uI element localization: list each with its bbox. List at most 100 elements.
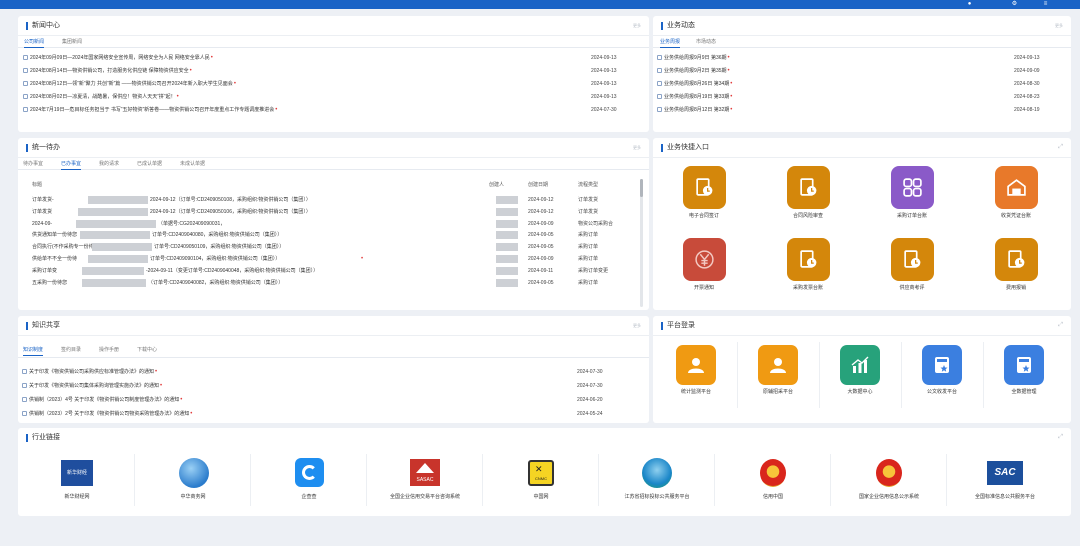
more-link[interactable]: 更多 (633, 322, 641, 330)
quick-entry-tile[interactable]: 开票通知 (675, 238, 733, 292)
quick-entry-tile[interactable]: 合同风险审查 (779, 166, 837, 220)
tab-done[interactable]: 已办事宜 (61, 160, 82, 170)
notification-icon[interactable]: ● (966, 1, 973, 8)
platform-tile[interactable]: 全数据管理 (984, 345, 1064, 396)
todo-date: 2024-09-09 (528, 220, 554, 227)
knowledge-list-item[interactable]: 关于印发《物资供销公司采购供应标准管理办法》的通知• (22, 367, 562, 378)
expand-icon[interactable]: ⤢ (1058, 143, 1063, 151)
biz-list-item[interactable]: 业务供给周报9月9日 第36期• (657, 53, 957, 64)
todo-scrollbar[interactable] (640, 179, 643, 307)
industry-link-label: 全国标准信息公共服务平台 (974, 494, 1035, 500)
biz-title: 业务供给周报8月19日 第33期 (664, 94, 730, 100)
col-title-header: 标题 (32, 182, 43, 188)
biz-list-item[interactable]: 业务供给周报8月19日 第33期• (657, 92, 957, 103)
knowledge-title: 供销制（2023）2号 关于印发《物资供销公司物资采购管理办法》的通知 (29, 411, 190, 417)
table-row[interactable]: 订单发货- 2024-09-12（订单号:CD2409050108，采购组织:物资… (18, 195, 638, 205)
news-list-item[interactable]: 2024年08月14日—物资供销公司，打造服务化供应链 保障物资供应安全• (23, 66, 583, 77)
todo-title-suffix: 2024-09-12（订单号:CD2409050106，采购组织:物资供销公司（… (150, 208, 311, 215)
biz-list-item[interactable]: 业务供给周报8月12日 第32期• (657, 105, 957, 116)
table-row[interactable]: 合同执行(不作采购专一份待您 订单号:CD2409050109，采购组织:物资供销… (18, 242, 638, 252)
new-indicator-icon: • (180, 397, 183, 403)
industry-link[interactable]: 国家企业信用信息公示系统 (830, 458, 948, 501)
quick-entry-tile[interactable]: 采购发票台账 (779, 238, 837, 292)
redacted-block (88, 196, 148, 204)
news-date: 2024-09-13 (591, 55, 617, 61)
tab-confirmed[interactable]: 已成认单据 (137, 160, 162, 168)
tab-contract-catalog[interactable]: 签约目录 (61, 346, 81, 354)
tab-manuals[interactable]: 操作手册 (99, 346, 119, 354)
table-row[interactable]: 供给单不不全一份待 订单号:CD2409090104，采购组织:物资供销公司（集团… (18, 254, 638, 264)
tab-company-news[interactable]: 公司新闻 (24, 38, 45, 48)
todo-type: 采购订单变更 (578, 267, 609, 274)
news-title: 2024年09月09日—2024年国家网络安全宣传周，网络安全为人民 网络安全靠… (30, 55, 210, 61)
new-indicator-icon: • (189, 68, 192, 74)
menu-icon[interactable]: ≡ (1042, 1, 1049, 8)
redacted-creator (496, 196, 518, 204)
biz-date: 2024-09-09 (1014, 68, 1040, 74)
todo-title-prefix: 订单发货 (32, 208, 53, 215)
tab-download-center[interactable]: 下载中心 (137, 346, 157, 354)
biz-title: 业务供给周报9月9日 第36期 (664, 55, 727, 61)
quick-entry-tile[interactable]: 供应商考评 (883, 238, 941, 292)
todo-title-suffix: 2024-09-12（订单号:CD2409050108，采购组织:物资供销公司（… (150, 197, 311, 203)
platform-tile[interactable]: 公文收发平台 (902, 345, 982, 396)
industry-link[interactable]: 新华财经 新华财经网 (18, 458, 136, 501)
biz-date: 2024-08-23 (1014, 94, 1040, 100)
platform-tile[interactable]: 大数据中心 (820, 345, 900, 396)
table-row[interactable]: 供货通知单一份待您 订单号:CD2409040080，采购组织:物资供销公司（集团… (18, 230, 638, 240)
quick-entry-tile[interactable]: 采购订单台账 (883, 166, 941, 220)
news-list-item[interactable]: 2024年08月02日—凉夏清，战酷暑，保供应！物资人天天“拼”起！• (23, 92, 583, 103)
industry-link[interactable]: SASAC 全国企业信用交易平台咨询系统 (366, 458, 484, 501)
industry-link[interactable]: 信用中国 (714, 458, 832, 501)
redacted-block (88, 255, 148, 263)
news-list-item[interactable]: 2024年7月19日—危目标任务担当于 书写“五好物资”新答卷——物资供销公司召… (23, 105, 583, 116)
knowledge-list-item[interactable]: 供销制（2023）4号 关于印发《物资供销公司制度管理办法》的通知• (22, 395, 562, 406)
quick-entry-tile[interactable]: 费用报销 (987, 238, 1045, 292)
list-bullet-icon (23, 94, 28, 99)
tab-knowledge-policy[interactable]: 知识制度 (23, 346, 44, 356)
quick-entry-label: 合同风险审查 (792, 213, 823, 219)
todo-title-prefix: 2024-09- (32, 220, 53, 227)
platform-tile[interactable]: 原辅招采平台 (738, 345, 818, 396)
table-row[interactable]: 采购订单变 -2024-09-11（变更订单号:CD2409040048，采购组织… (18, 266, 638, 276)
settings-icon[interactable]: ⚙ (1011, 1, 1018, 8)
biz-list-item[interactable]: 业务供给周报9月2日 第35期• (657, 66, 957, 77)
tab-group-news[interactable]: 集团新闻 (62, 38, 82, 46)
table-row[interactable]: 2024-09- （单据号:CG202409090031， 2024-09-09 物资… (18, 219, 638, 229)
industry-links-panel: 行业链接 ⤢ 新华财经 新华财经网中华商务网 企查查 SASAC 全国企业信用交易平台咨… (18, 428, 1071, 516)
more-link[interactable]: 更多 (633, 144, 641, 152)
quick-entry-panel: 业务快捷入口 ⤢ 电子合同签订 合同风险审查 采购订单台账 收货凭证台账 开票通知 采购发… (653, 138, 1071, 310)
more-link[interactable]: 更多 (1055, 22, 1063, 30)
more-link[interactable]: 更多 (633, 22, 641, 30)
tab-market-dynamics[interactable]: 市场动态 (696, 38, 716, 46)
quick-entry-tile[interactable]: 电子合同签订 (675, 166, 733, 220)
tab-pending[interactable]: 待办事宜 (23, 160, 43, 168)
industry-link[interactable]: 企查查 (250, 458, 368, 501)
table-row[interactable]: 五采购一份待您 （订单号:CD2409040082，采购组织:物资供销公司（集团）… (18, 278, 638, 288)
todo-title-prefix: 合同执行(不作采购专一份待您 (32, 244, 99, 251)
yen-icon (682, 238, 726, 281)
platform-tile[interactable]: 统计监测平台 (656, 345, 736, 396)
biz-date: 2024-09-13 (1014, 55, 1040, 61)
biz-list-item[interactable]: 业务供给周报8月26日 第34期• (657, 79, 957, 90)
national-emblem-logo (714, 458, 832, 490)
knowledge-list-item[interactable]: 供销制（2023）2号 关于印发《物资供销公司物资采购管理办法》的通知• (22, 409, 562, 420)
panel-title: 行业链接 (32, 434, 60, 441)
table-row[interactable]: 订单发货 2024-09-12（订单号:CD2409050106，采购组织:物资供… (18, 207, 638, 217)
industry-link[interactable]: 江苏省招标投标公共服务平台 (598, 458, 716, 501)
industry-link[interactable]: 中华商务网 (134, 458, 252, 501)
todo-type: 采购订单 (578, 244, 599, 251)
expand-icon[interactable]: ⤢ (1058, 321, 1063, 329)
qcc-logo (250, 458, 368, 490)
news-list-item[interactable]: 2024年09月09日—2024年国家网络安全宣传周，网络安全为人民 网络安全靠… (23, 53, 583, 64)
tab-unconfirmed[interactable]: 未成认单据 (180, 160, 205, 168)
expand-icon[interactable]: ⤢ (1058, 433, 1063, 441)
industry-link[interactable]: CNMC ✕ 中国网 (482, 458, 600, 501)
industry-link-label: 中华商务网 (180, 494, 206, 500)
tab-my-requests[interactable]: 我的请求 (99, 160, 119, 168)
news-list-item[interactable]: 2024年08月12日—领“新”聚力 共创“新”篇 ——物资供销公司召开2024… (23, 79, 583, 90)
knowledge-list-item[interactable]: 关于印发《物资供销公司集体采购询管理实施办法》的通知• (22, 381, 562, 392)
quick-entry-tile[interactable]: 收货凭证台账 (987, 166, 1045, 220)
tab-business-weekly[interactable]: 业务周报 (660, 38, 681, 48)
industry-link[interactable]: SAC 全国标准信息公共服务平台 (946, 458, 1064, 501)
